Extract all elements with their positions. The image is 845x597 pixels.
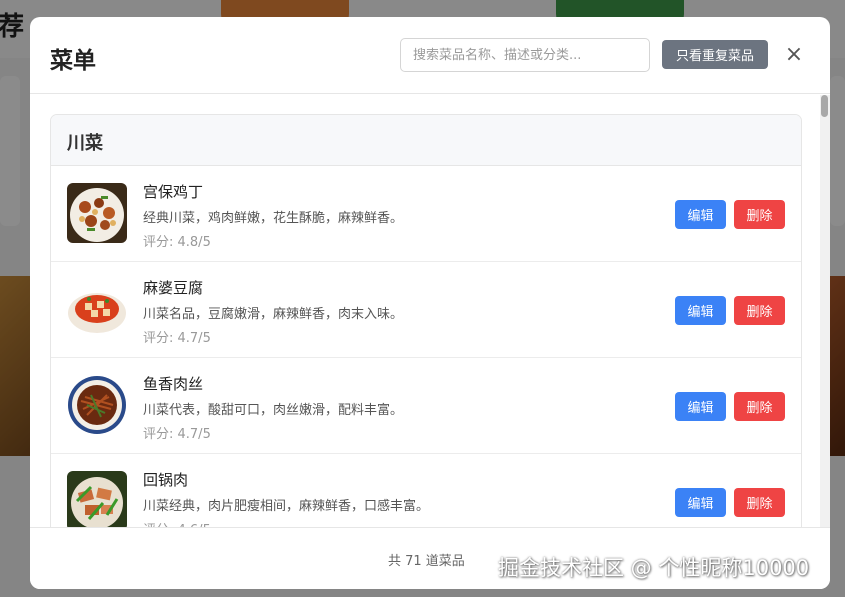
- edit-button[interactable]: 编辑: [675, 488, 726, 517]
- edit-button[interactable]: 编辑: [675, 200, 726, 229]
- scrollbar-thumb[interactable]: [821, 95, 828, 117]
- dish-description: 经典川菜，鸡肉鲜嫩，花生酥脆，麻辣鲜香。: [143, 211, 404, 226]
- dish-rating: 评分: 4.7/5: [143, 331, 211, 346]
- dish-image: [67, 183, 127, 243]
- menu-modal: 菜单 只看重复菜品 × 川菜: [30, 17, 830, 589]
- dish-name: 鱼香肉丝: [143, 375, 204, 393]
- dish-row: 麻婆豆腐 川菜名品，豆腐嫩滑，麻辣鲜香，肉末入味。 评分: 4.7/5 编辑 删…: [51, 262, 801, 358]
- modal-title: 菜单: [50, 48, 96, 74]
- dish-row: 宫保鸡丁 经典川菜，鸡肉鲜嫩，花生酥脆，麻辣鲜香。 评分: 4.8/5 编辑 删…: [51, 166, 801, 262]
- dish-rating: 评分: 4.7/5: [143, 427, 211, 442]
- dish-rating: 评分: 4.8/5: [143, 235, 211, 250]
- search-input[interactable]: [400, 38, 650, 72]
- modal-body[interactable]: 川菜 宫保鸡丁 经典川菜，鸡肉鲜嫩，花生酥脆，麻辣鲜香。 评分: 4.8/5 编…: [30, 95, 830, 527]
- dish-image: [67, 471, 127, 527]
- delete-button[interactable]: 删除: [734, 488, 785, 517]
- show-duplicates-button[interactable]: 只看重复菜品: [662, 40, 768, 69]
- dish-name: 宫保鸡丁: [143, 183, 204, 201]
- dish-count: 共 71 道菜品: [388, 554, 465, 569]
- dish-rating: 评分: 4.6/5: [143, 519, 211, 527]
- dish-description: 川菜名品，豆腐嫩滑，麻辣鲜香，肉末入味。: [143, 307, 404, 322]
- category-section: 川菜 宫保鸡丁 经典川菜，鸡肉鲜嫩，花生酥脆，麻辣鲜香。 评分: 4.8/5 编…: [50, 114, 802, 527]
- delete-button[interactable]: 删除: [734, 296, 785, 325]
- dish-image: [67, 375, 127, 435]
- dish-row: 鱼香肉丝 川菜代表，酸甜可口，肉丝嫩滑，配料丰富。 评分: 4.7/5 编辑 删…: [51, 358, 801, 454]
- dish-description: 川菜经典，肉片肥瘦相间，麻辣鲜香，口感丰富。: [143, 499, 430, 514]
- delete-button[interactable]: 删除: [734, 200, 785, 229]
- dish-name: 麻婆豆腐: [143, 279, 204, 297]
- dish-row: 回锅肉 川菜经典，肉片肥瘦相间，麻辣鲜香，口感丰富。 评分: 4.6/5 编辑 …: [51, 454, 801, 527]
- dish-description: 川菜代表，酸甜可口，肉丝嫩滑，配料丰富。: [143, 403, 404, 418]
- category-title: 川菜: [51, 115, 801, 166]
- edit-button[interactable]: 编辑: [675, 392, 726, 421]
- delete-button[interactable]: 删除: [734, 392, 785, 421]
- dish-image: [67, 279, 127, 339]
- edit-button[interactable]: 编辑: [675, 296, 726, 325]
- scrollbar-track[interactable]: [820, 95, 830, 527]
- close-icon[interactable]: ×: [782, 42, 806, 68]
- dish-name: 回锅肉: [143, 471, 189, 489]
- watermark: 掘金技术社区 @ 个性昵称10000: [498, 556, 810, 580]
- modal-header: 菜单 只看重复菜品 ×: [30, 17, 830, 94]
